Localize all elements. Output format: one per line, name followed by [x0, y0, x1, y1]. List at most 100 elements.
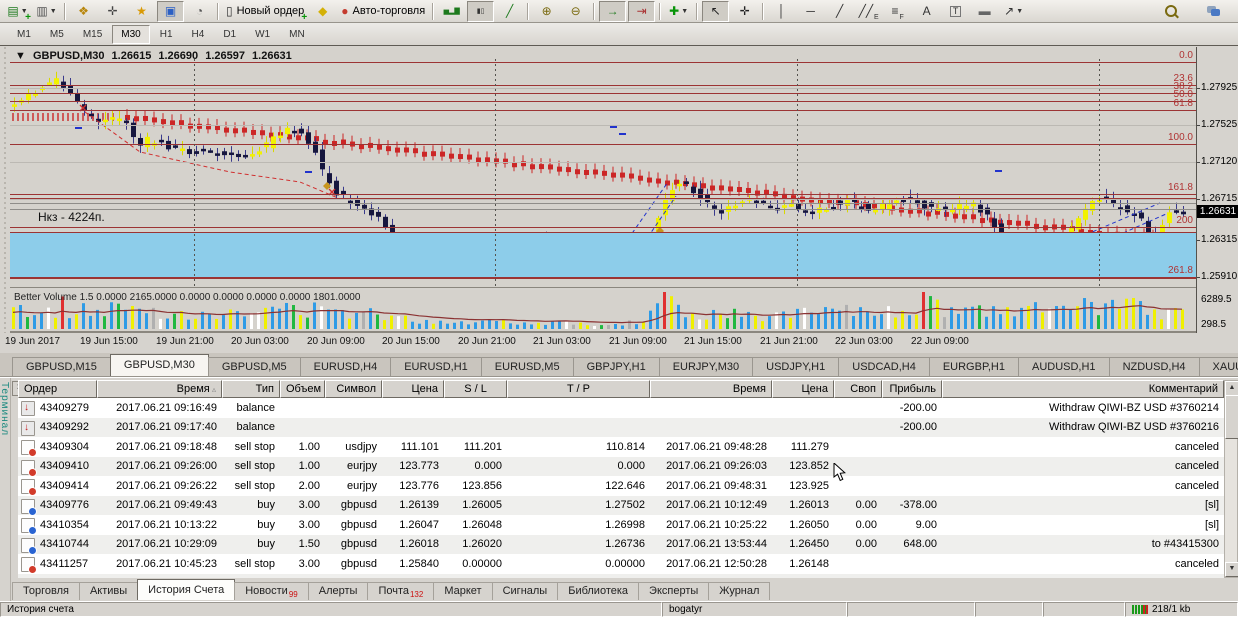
terminal-tab-сигналы[interactable]: Сигналы	[492, 582, 559, 600]
bar-chart-button[interactable]: ▅▂▇	[438, 1, 465, 22]
timeframe-m15[interactable]: M15	[74, 25, 111, 44]
chart-tab-usdjpy-h1[interactable]: USDJPY,H1	[752, 357, 839, 376]
equidistant-channel-button[interactable]: ╱╱E	[855, 1, 882, 22]
column-header-5[interactable]: Символ	[325, 380, 382, 398]
autotrading-button[interactable]: ●Авто-торговля	[338, 1, 428, 22]
terminal-tab-библиотека[interactable]: Библиотека	[557, 582, 639, 600]
new-order-button[interactable]: ▯+Новый ордер	[223, 1, 307, 22]
timeframe-m30[interactable]: M30	[112, 25, 149, 44]
terminal-tab-алерты[interactable]: Алерты	[308, 582, 369, 600]
timeframe-mn[interactable]: MN	[280, 25, 314, 44]
price-axis[interactable]: 1.279251.275251.271201.267151.263151.259…	[1196, 47, 1238, 333]
cursor-button[interactable]: ↖	[702, 1, 729, 22]
history-row[interactable]: 434094102017.06.21 09:26:00sell stop1.00…	[18, 457, 1224, 477]
column-header-1[interactable]: Ордер	[18, 380, 97, 398]
scroll-down-button[interactable]: ▼	[1225, 562, 1238, 577]
terminal-tab-журнал[interactable]: Журнал	[708, 582, 770, 600]
arrows-button[interactable]: ↗▼	[1000, 1, 1027, 22]
indicators-button[interactable]: ✚▼	[665, 1, 692, 22]
zoom-in-button[interactable]: ⊕	[533, 1, 560, 22]
market-watch-button[interactable]: ❖	[70, 1, 97, 22]
terminal-tab-эксперты[interactable]: Эксперты	[638, 582, 709, 600]
timeframe-m1[interactable]: M1	[8, 25, 40, 44]
toolbar-separator	[762, 3, 764, 20]
column-header-10[interactable]: Цена	[772, 380, 834, 398]
chart-tab-usdcad-h4[interactable]: USDCAD,H4	[838, 357, 930, 376]
history-row[interactable]: 434093042017.06.21 09:18:48sell stop1.00…	[18, 437, 1224, 457]
community-button[interactable]	[1200, 1, 1227, 22]
time-axis[interactable]: 19 Jun 201719 Jun 15:0019 Jun 21:0020 Ju…	[0, 333, 1238, 354]
column-header-6[interactable]: Цена	[382, 380, 444, 398]
history-row[interactable]: 434094142017.06.21 09:26:22sell stop2.00…	[18, 476, 1224, 496]
text-button[interactable]: A	[913, 1, 940, 22]
text-label-button[interactable]: T	[942, 1, 969, 22]
terminal-tab-история-счета[interactable]: История Счета	[137, 579, 235, 600]
terminal-tab-маркет[interactable]: Маркет	[433, 582, 492, 600]
column-header-13[interactable]: Комментарий	[942, 380, 1224, 398]
chart-tab-nzdusd-h4[interactable]: NZDUSD,H4	[1109, 357, 1200, 376]
strategy-tester-button[interactable]: ◔	[186, 1, 213, 22]
column-header-4[interactable]: Объем	[280, 380, 325, 398]
chart-tab-eurusd-m5[interactable]: EURUSD,M5	[481, 357, 574, 376]
history-row[interactable]: 434107442017.06.21 10:29:09buy1.50gbpusd…	[18, 535, 1224, 555]
zoom-out-button[interactable]: ⊖	[562, 1, 589, 22]
scroll-thumb[interactable]	[1225, 395, 1238, 439]
chart-tab-gbpusd-m15[interactable]: GBPUSD,M15	[12, 357, 111, 376]
chart-tab-eurjpy-m30[interactable]: EURJPY,M30	[659, 357, 753, 376]
horizontal-line-button[interactable]: ─	[797, 1, 824, 22]
timeframe-d1[interactable]: D1	[214, 25, 245, 44]
candlestick-chart-button[interactable]: ▮▯	[467, 1, 494, 22]
terminal-vertical-label[interactable]: Терминал	[0, 378, 11, 616]
chart-collapse-icon[interactable]: ▼	[15, 50, 26, 62]
table-scrollbar[interactable]: ▲ ▼	[1224, 380, 1238, 578]
timeframe-w1[interactable]: W1	[246, 25, 279, 44]
cell-5: gbpusd	[325, 499, 382, 511]
search-button[interactable]	[1157, 1, 1184, 22]
profiles-button[interactable]: ▥▼	[33, 1, 60, 22]
history-row[interactable]: 434103542017.06.21 10:13:22buy3.00gbpusd…	[18, 515, 1224, 535]
chart-tab-eurusd-h1[interactable]: EURUSD,H1	[390, 357, 482, 376]
chart-tab-gbpjpy-h1[interactable]: GBPJPY,H1	[573, 357, 660, 376]
trendline-button[interactable]: ╱	[826, 1, 853, 22]
chart-shift-button[interactable]: ⇥	[628, 1, 655, 22]
history-row[interactable]: 434097762017.06.21 09:49:43buy3.00gbpusd…	[18, 496, 1224, 516]
chart-tab-gbpusd-m5[interactable]: GBPUSD,M5	[208, 357, 301, 376]
crosshair-button[interactable]: ✛	[731, 1, 758, 22]
terminal-tab-новости[interactable]: Новости99	[234, 582, 309, 600]
timeframe-m5[interactable]: M5	[41, 25, 73, 44]
vertical-line-button[interactable]: │	[768, 1, 795, 22]
column-header-3[interactable]: Тип	[222, 380, 280, 398]
terminal-tab-почта[interactable]: Почта132	[367, 582, 434, 600]
fibonacci-button[interactable]: ≡F	[884, 1, 911, 22]
timeframe-h4[interactable]: H4	[183, 25, 214, 44]
new-chart-button[interactable]: ▤+▼	[4, 1, 31, 22]
history-row[interactable]: 434092792017.06.21 09:16:49balance-200.0…	[18, 398, 1224, 418]
terminal-tab-торговля[interactable]: Торговля	[12, 582, 80, 600]
column-header-12[interactable]: Прибыль	[882, 380, 942, 398]
data-window-button[interactable]: ✛	[99, 1, 126, 22]
scroll-up-button[interactable]: ▲	[1225, 381, 1238, 396]
chart-tab-eurusd-h4[interactable]: EURUSD,H4	[300, 357, 392, 376]
timeframe-h1[interactable]: H1	[151, 25, 182, 44]
column-header-8[interactable]: T / P	[507, 380, 650, 398]
column-header-2[interactable]: Время ▵	[97, 380, 222, 398]
history-row[interactable]: 434112572017.06.21 10:45:23sell stop3.00…	[18, 554, 1224, 574]
better-volume-pane[interactable]: Better Volume 1.5 0.0000 2165.0000 0.000…	[10, 290, 1196, 331]
terminal-button[interactable]: ▣	[157, 1, 184, 22]
shapes-icon: ▬	[979, 5, 991, 17]
line-chart-button[interactable]: ╱	[496, 1, 523, 22]
chart-tab-eurgbp-h1[interactable]: EURGBP,H1	[929, 357, 1019, 376]
chart-tab-xauusd-h1[interactable]: XAUUSD,H1	[1199, 357, 1238, 376]
terminal-tab-активы[interactable]: Активы	[79, 582, 138, 600]
chart-tab-audusd-h1[interactable]: AUDUSD,H1	[1018, 357, 1110, 376]
price-chart-plot[interactable]: 0.023.638.250.061.8100.0161.8200261.8 ▼ …	[10, 47, 1196, 287]
shapes-button[interactable]: ▬	[971, 1, 998, 22]
metaeditor-button[interactable]: ◆	[309, 1, 336, 22]
navigator-button[interactable]: ★	[128, 1, 155, 22]
column-header-7[interactable]: S / L	[444, 380, 507, 398]
auto-scroll-button[interactable]: →	[599, 1, 626, 22]
chart-tab-gbpusd-m30[interactable]: GBPUSD,M30	[110, 354, 209, 376]
column-header-9[interactable]: Время	[650, 380, 772, 398]
column-header-11[interactable]: Своп	[834, 380, 882, 398]
history-row[interactable]: 434092922017.06.21 09:17:40balance-200.0…	[18, 418, 1224, 438]
